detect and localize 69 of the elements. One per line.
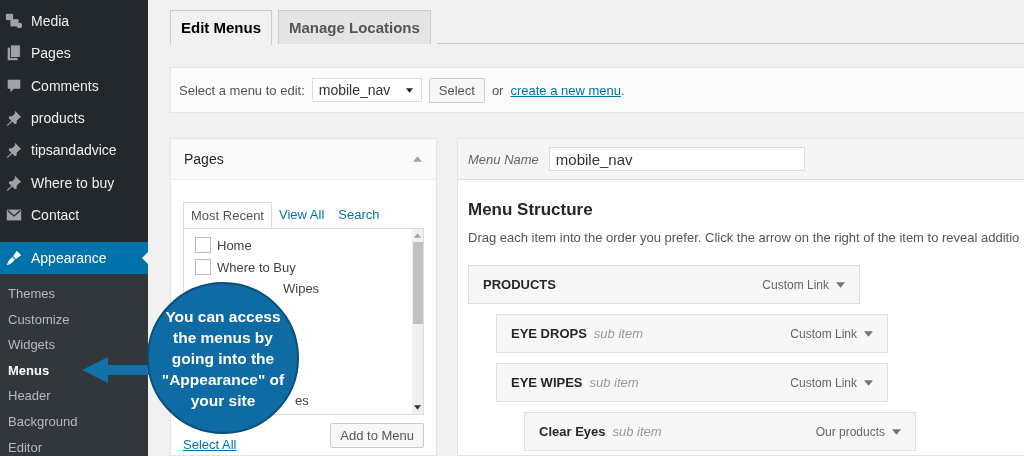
scroll-down-icon[interactable] [414, 405, 421, 410]
submenu-item[interactable]: Widgets [0, 332, 59, 358]
menu-name-label: Menu Name [468, 151, 539, 167]
submenu-item[interactable]: Background [0, 409, 82, 435]
add-to-menu-button[interactable]: Add to Menu [330, 423, 424, 448]
menu-item-subtitle: sub item [612, 424, 662, 439]
select-all-link[interactable]: Select All [183, 437, 237, 452]
section-heading: Menu Structure [468, 200, 594, 220]
submenu-item[interactable]: Header [0, 383, 55, 410]
or-text: or [491, 82, 504, 98]
sidebar-item[interactable]: products [0, 101, 148, 135]
page-label: Where to Buy [217, 259, 296, 275]
pages-icon [5, 44, 23, 63]
dropdown-arrow-icon [405, 87, 413, 93]
caret-icon[interactable] [864, 379, 873, 386]
page-label: Wipes [283, 281, 320, 296]
menu-item[interactable]: Clear Eyes sub item Our products [524, 412, 916, 451]
menu-item-title: Clear Eyes [539, 424, 606, 439]
menu-item-type: Our products [815, 424, 885, 439]
brush-icon [5, 249, 23, 268]
sidebar-item[interactable]: Pages [0, 37, 148, 70]
tab[interactable]: Manage Locations [278, 10, 431, 44]
submenu-item[interactable]: Themes [0, 281, 59, 307]
scrollbar[interactable] [412, 229, 423, 414]
panel-tab[interactable]: Search [331, 202, 387, 228]
pin-icon [5, 141, 23, 160]
panel-tab[interactable]: Most Recent [183, 202, 272, 229]
scroll-up-icon[interactable] [414, 233, 421, 238]
page-label: Home [217, 237, 252, 253]
sidebar-item[interactable]: Where to buy [0, 166, 148, 199]
menu-item-title: EYE WIPES [511, 375, 583, 390]
sidebar-item[interactable]: Contact [0, 198, 148, 232]
submenu-item[interactable]: Menus [0, 357, 54, 384]
pin-icon [5, 173, 23, 192]
page-label: es [295, 393, 309, 408]
period-text: . [621, 82, 625, 98]
instructions-text: Drag each item into the order you prefer. Click the arrow on the right of the item to reveal additio [468, 230, 1021, 245]
caret-icon[interactable] [864, 330, 873, 337]
menu-name-field[interactable]: mobile_nav [548, 147, 805, 171]
menu-item-subtitle: sub item [589, 375, 639, 390]
menu-item-title: EYE DROPS [511, 326, 587, 341]
panel-title: Pages [184, 151, 224, 167]
select-button[interactable]: Select [428, 77, 485, 103]
menu-item-type: Custom Link [790, 375, 857, 390]
submenu-item[interactable]: Customize [0, 306, 74, 333]
menu-item[interactable]: PRODUCTS Custom Link [468, 265, 860, 304]
caret-icon[interactable] [892, 428, 901, 435]
pin-icon [5, 109, 23, 128]
menu-item-title: PRODUCTS [483, 277, 556, 292]
menu-item-subtitle: sub item [593, 326, 643, 341]
menu-item[interactable]: EYE WIPES sub item Custom Link [496, 363, 888, 402]
menu-item-type: Custom Link [762, 277, 829, 292]
sidebar-item[interactable]: Media [0, 5, 148, 38]
caret-icon[interactable] [836, 281, 845, 288]
menu-item-type: Custom Link [790, 326, 857, 341]
select-label: Select a menu to edit: [179, 82, 305, 98]
sidebar-item[interactable]: Appearance [0, 242, 148, 275]
sidebar-item[interactable]: tipsandadvice [0, 134, 148, 167]
menu-dropdown[interactable]: mobile_nav [311, 78, 422, 102]
checkbox[interactable] [195, 237, 211, 253]
sidebar-item[interactable]: Comments [0, 69, 148, 102]
caret-icon[interactable] [413, 156, 422, 162]
tab[interactable]: Edit Menus [170, 10, 272, 45]
media-icon [5, 12, 23, 31]
panel-tab[interactable]: View All [272, 202, 332, 228]
submenu-item[interactable]: Editor [0, 434, 46, 456]
checkbox[interactable] [195, 259, 211, 275]
create-menu-link[interactable]: create a new menu [510, 82, 622, 98]
menu-item[interactable]: EYE DROPS sub item Custom Link [496, 314, 888, 353]
